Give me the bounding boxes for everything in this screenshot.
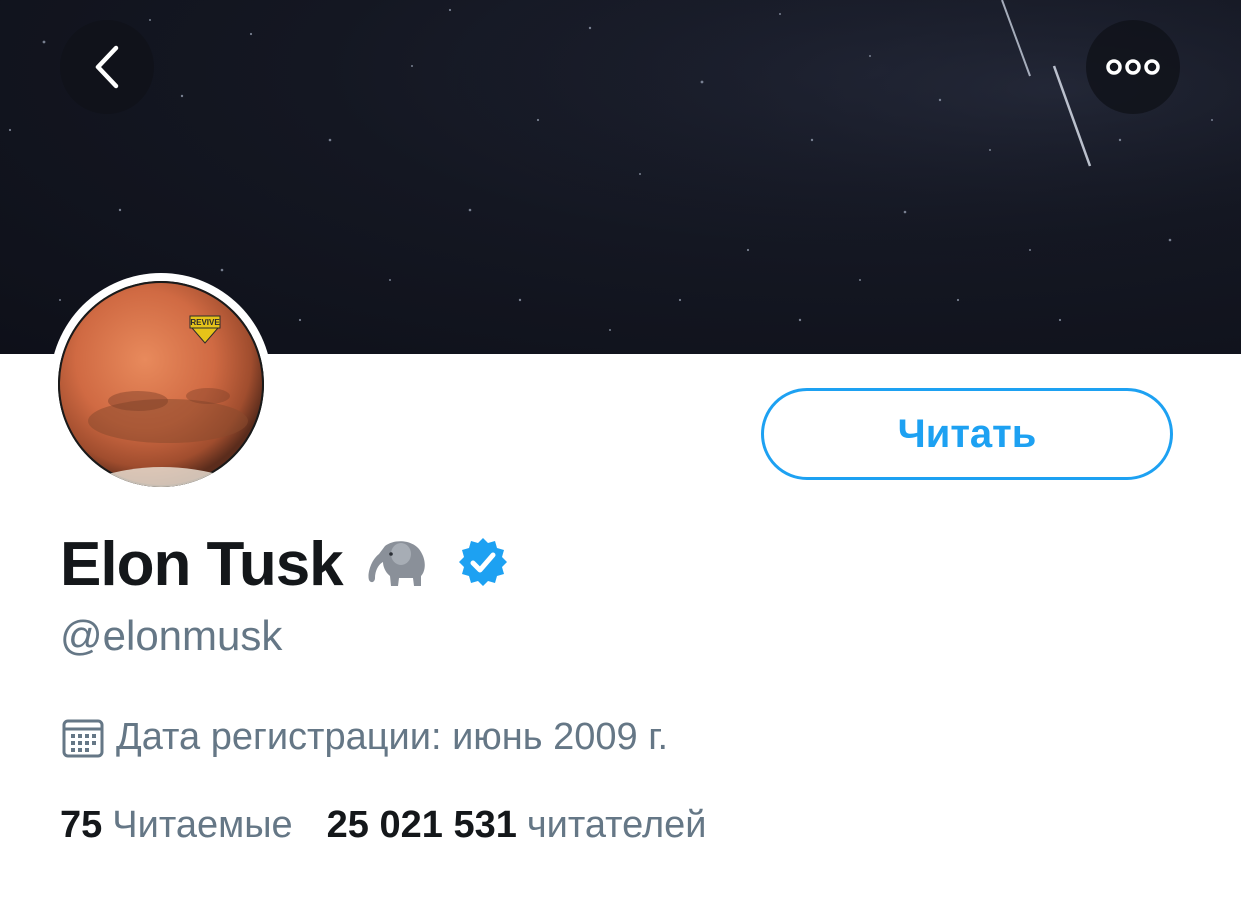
profile-name-row: Elon Tusk <box>60 526 509 602</box>
mars-avatar-image: REVIVE <box>58 281 264 487</box>
followers-label: читателей <box>526 804 707 846</box>
calendar-icon <box>62 719 104 757</box>
following-stat[interactable]: 75 Читаемые <box>60 804 293 847</box>
followers-count: 25 021 531 <box>326 804 517 846</box>
follow-button[interactable]: Читать <box>761 388 1173 480</box>
display-name: Elon Tusk <box>60 529 344 599</box>
avatar-badge-label: REVIVE <box>190 318 220 327</box>
avatar[interactable]: REVIVE <box>58 281 264 487</box>
more-options-button[interactable] <box>1086 20 1180 114</box>
more-dots-icon <box>1106 59 1160 75</box>
chevron-left-icon <box>95 45 119 89</box>
joined-date-text: Дата регистрации: июнь 2009 г. <box>116 716 669 758</box>
profile-handle: @elonmusk <box>60 612 283 659</box>
elephant-icon <box>365 536 431 593</box>
joined-date-row: Дата регистрации: июнь 2009 г. <box>62 716 668 759</box>
following-count: 75 <box>60 804 103 846</box>
follow-stats: 75 Читаемые 25 021 531 читателей <box>60 804 707 847</box>
verified-badge-icon <box>457 536 509 593</box>
profile-page: REVIVE Читать Elon Tusk @elonmusk Дата р… <box>0 0 1241 906</box>
avatar-frame: REVIVE <box>50 273 272 495</box>
followers-stat[interactable]: 25 021 531 читателей <box>327 804 707 847</box>
back-button[interactable] <box>60 20 154 114</box>
following-label: Читаемые <box>112 804 293 846</box>
